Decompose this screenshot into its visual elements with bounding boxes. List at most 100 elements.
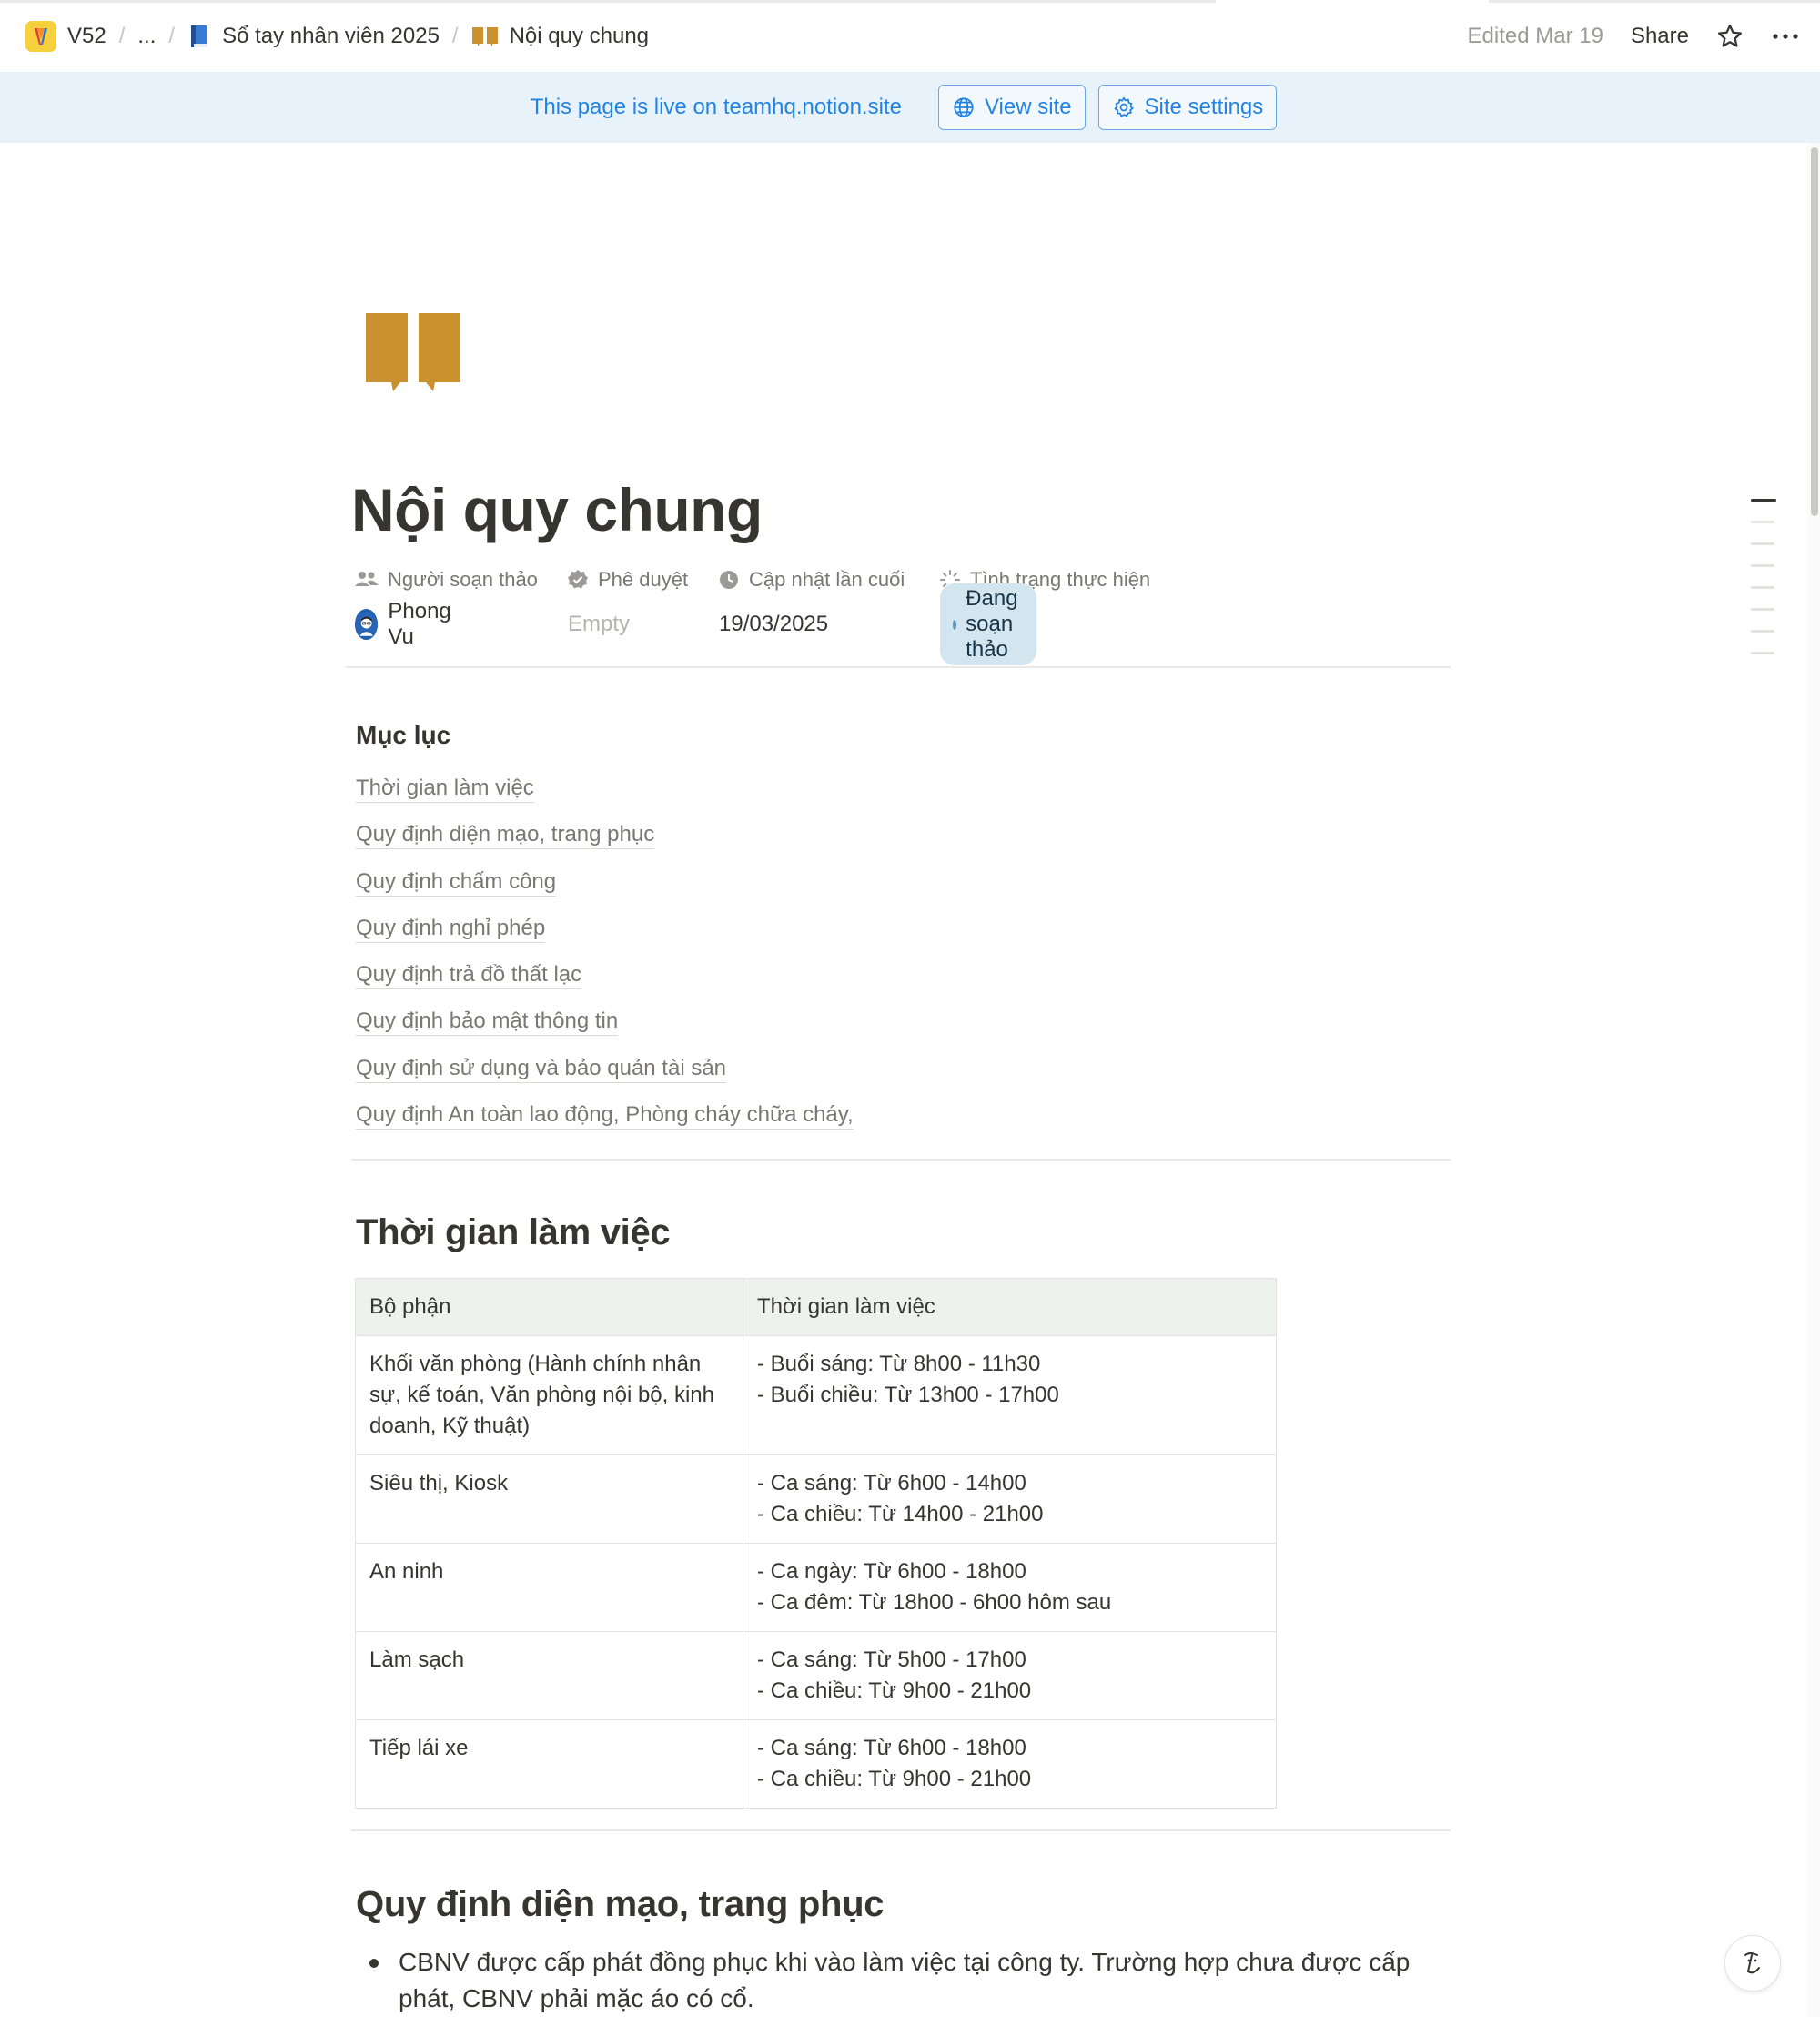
current-page-title: Nội quy chung — [509, 24, 650, 48]
table-cell-dept[interactable]: Khối văn phòng (Hành chính nhân sự, kế t… — [355, 1335, 743, 1455]
ellipsis-text: ... — [137, 24, 157, 48]
status-value[interactable]: Đang soạn thảo — [940, 583, 1037, 665]
table-cell-time[interactable]: - Buổi sáng: Từ 8h00 - 11h30 - Buổi chiều… — [743, 1335, 1277, 1455]
table-of-contents: Thời gian làm việc Quy định diện mạo, tr… — [356, 775, 854, 1149]
bullet-item[interactable]: CBNV được cấp phát đồng phục khi vào làm… — [364, 1944, 1420, 2017]
star-icon[interactable] — [1716, 23, 1744, 50]
table-row: Khối văn phòng (Hành chính nhân sự, kế t… — [355, 1335, 1277, 1455]
gear-icon — [1114, 96, 1134, 117]
breadcrumb-separator: / — [168, 24, 176, 48]
table-cell-time[interactable]: - Ca sáng: Từ 6h00 - 18h00 - Ca chiều: Từ… — [743, 1719, 1277, 1809]
toc-heading: Mục lục — [356, 721, 451, 749]
table-cell-dept[interactable]: Siêu thị, Kiosk — [355, 1454, 743, 1544]
divider — [346, 666, 1451, 668]
toc-link[interactable]: Quy định sử dụng và bảo quản tài sản — [356, 1055, 727, 1083]
site-settings-label: Site settings — [1144, 95, 1264, 119]
toc-dash[interactable] — [1751, 564, 1774, 567]
author-value[interactable]: Phong Vu — [355, 599, 459, 649]
property-last-updated[interactable]: Cập nhật lần cuối — [718, 568, 939, 592]
loading-line — [0, 0, 1216, 3]
table-row: Làm sạch - Ca sáng: Từ 5h00 - 17h00- Ca … — [355, 1631, 1277, 1720]
toc-dash[interactable] — [1751, 586, 1774, 589]
time-line: - Ca chiều: Từ 14h00 - 21h00 — [757, 1502, 1044, 1526]
bullet-dot — [369, 1959, 379, 1968]
blue-book-icon — [191, 25, 208, 47]
toc-dash[interactable] — [1751, 542, 1774, 545]
view-site-label: View site — [984, 95, 1072, 119]
book-icon — [471, 27, 498, 46]
updated-value[interactable]: 19/03/2025 — [719, 606, 828, 643]
more-options-icon[interactable] — [1771, 23, 1800, 50]
table-row: An ninh - Ca ngày: Từ 6h00 - 18h00 - Ca đ… — [355, 1543, 1277, 1632]
breadcrumb-current[interactable]: Nội quy chung — [466, 24, 654, 49]
breadcrumb-workspace[interactable]: V52 — [20, 21, 112, 52]
toc-item[interactable]: Quy định nghỉ phép — [356, 915, 854, 962]
toc-link[interactable]: Quy định trả đồ thất lạc — [356, 962, 582, 990]
toc-item[interactable]: Thời gian làm việc — [356, 775, 854, 822]
approval-label: Phê duyệt — [598, 568, 689, 591]
people-icon — [355, 572, 379, 586]
table-cell-dept[interactable]: Tiếp lái xe — [355, 1719, 743, 1809]
breadcrumb-ellipsis[interactable]: ... — [132, 24, 161, 49]
toc-link[interactable]: Quy định chấm công — [356, 868, 557, 897]
share-button[interactable]: Share — [1631, 24, 1689, 49]
avatar — [355, 609, 379, 640]
table-cell-time[interactable]: - Ca ngày: Từ 6h00 - 18h00 - Ca đêm: Từ 1… — [743, 1543, 1277, 1632]
toc-dash[interactable] — [1751, 499, 1776, 502]
divider — [351, 1829, 1451, 1831]
banner-text: This page is live on teamhq.notion.site — [530, 95, 902, 119]
time-line: - Ca sáng: Từ 6h00 - 18h00 — [757, 1736, 1026, 1760]
table-header-cell[interactable]: Thời gian làm việc — [743, 1278, 1277, 1336]
toc-dash[interactable] — [1751, 652, 1774, 654]
edited-timestamp: Edited Mar 19 — [1467, 24, 1603, 48]
toc-item[interactable]: Quy định sử dụng và bảo quản tài sản — [356, 1055, 854, 1102]
scrollbar-thumb[interactable] — [1811, 147, 1818, 516]
floating-toc[interactable] — [1751, 499, 1776, 674]
toc-item[interactable]: Quy định diện mạo, trang phục — [356, 822, 854, 868]
toc-link[interactable]: Quy định diện mạo, trang phục — [356, 822, 655, 850]
time-line: - Ca chiều: Từ 9h00 - 21h00 — [757, 1767, 1032, 1791]
table-cell-time[interactable]: - Ca sáng: Từ 6h00 - 14h00 - Ca chiều: Từ… — [743, 1454, 1277, 1544]
toc-link[interactable]: Quy định bảo mật thông tin — [356, 1008, 619, 1037]
toc-item[interactable]: Quy định An toàn lao động, Phòng cháy ch… — [356, 1102, 854, 1149]
toc-item[interactable]: Quy định trả đồ thất lạc — [356, 962, 854, 1008]
page-icon[interactable] — [362, 309, 464, 398]
table-cell-dept[interactable]: Làm sạch — [355, 1631, 743, 1720]
bullet-text: CBNV được cấp phát đồng phục khi vào làm… — [399, 1948, 1410, 2012]
section-heading-working-time[interactable]: Thời gian làm việc — [356, 1212, 671, 1253]
toc-item[interactable]: Quy định bảo mật thông tin — [356, 1008, 854, 1055]
table-row: Siêu thị, Kiosk - Ca sáng: Từ 6h00 - 14h… — [355, 1454, 1277, 1544]
workspace-name: V52 — [67, 24, 106, 48]
toc-link[interactable]: Thời gian làm việc — [356, 775, 534, 803]
breadcrumb-parent[interactable]: Sổ tay nhân viên 2025 — [182, 24, 445, 49]
updated-label: Cập nhật lần cuối — [749, 568, 905, 591]
time-line: - Ca ngày: Từ 6h00 - 18h00 — [757, 1559, 1026, 1584]
verified-badge-icon — [568, 570, 588, 589]
property-approval[interactable]: Phê duyệt — [567, 568, 718, 592]
property-author[interactable]: Người soạn thảo — [355, 568, 567, 592]
toc-dash[interactable] — [1751, 608, 1774, 611]
site-settings-button[interactable]: Site settings — [1097, 85, 1278, 130]
toc-dash[interactable] — [1751, 630, 1774, 633]
author-label: Người soạn thảo — [388, 568, 538, 591]
top-actions: Edited Mar 19 Share — [1468, 20, 1800, 53]
status-badge: Đang soạn thảo — [940, 583, 1037, 665]
page-title[interactable]: Nội quy chung — [351, 473, 763, 546]
globe-icon — [954, 97, 974, 117]
toc-link[interactable]: Quy định An toàn lao động, Phòng cháy ch… — [356, 1102, 854, 1130]
table-cell-time[interactable]: - Ca sáng: Từ 5h00 - 17h00 - Ca chiều: Từ… — [743, 1631, 1277, 1720]
site-live-banner: This page is live on teamhq.notion.site … — [0, 72, 1820, 143]
view-site-button[interactable]: View site — [937, 85, 1086, 130]
author-name: Phong Vu — [388, 599, 451, 649]
table-header-cell[interactable]: Bộ phận — [355, 1278, 743, 1336]
status-dot — [953, 619, 957, 630]
toc-item[interactable]: Quy định chấm công — [356, 868, 854, 916]
time-line: - Ca sáng: Từ 5h00 - 17h00 — [757, 1647, 1026, 1672]
toc-dash[interactable] — [1751, 521, 1774, 523]
table-cell-dept[interactable]: An ninh — [355, 1543, 743, 1632]
book-icon — [366, 313, 460, 391]
help-button[interactable] — [1724, 1935, 1781, 1992]
section-heading-appearance[interactable]: Quy định diện mạo, trang phục — [356, 1884, 885, 1925]
approval-value[interactable]: Empty — [568, 606, 630, 643]
toc-link[interactable]: Quy định nghỉ phép — [356, 915, 546, 943]
